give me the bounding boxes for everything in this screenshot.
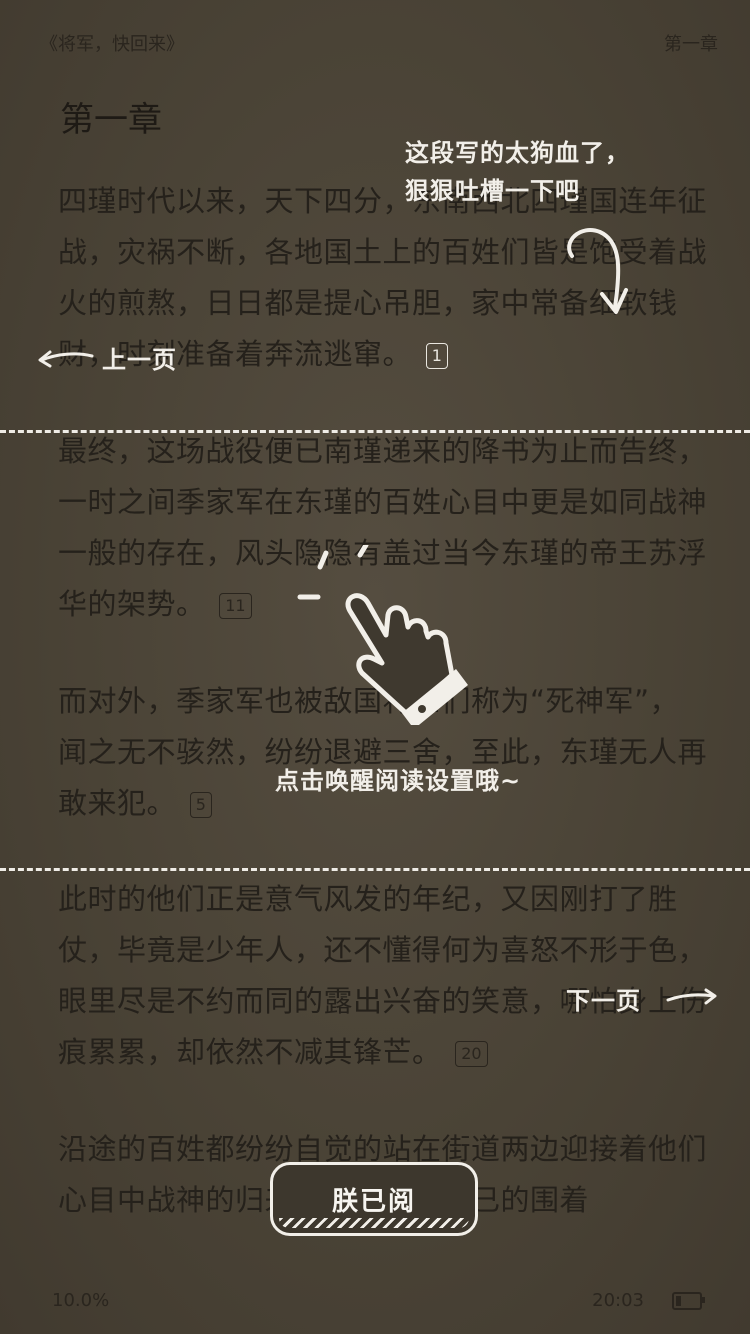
comment-hint-line: 这段写的太狗血了，: [405, 139, 630, 167]
prev-page-hint: 上一页: [102, 346, 177, 374]
comment-hint-line: 狠狠吐槽一下吧: [405, 177, 580, 205]
tap-hand-icon: [297, 545, 468, 725]
left-arrow-icon: [38, 350, 94, 368]
curved-arrow-icon: [567, 228, 628, 314]
upper-divider: [0, 430, 750, 433]
settings-hint: 点击唤醒阅读设置哦~: [275, 767, 522, 795]
next-page-tap-zone[interactable]: [0, 872, 750, 1334]
lower-divider: [0, 868, 750, 871]
button-stripes: [279, 1218, 469, 1228]
next-page-hint: 下一页: [566, 987, 641, 1015]
comment-hint: 这段写的太狗血了， 狠狠吐槽一下吧: [405, 134, 630, 210]
acknowledge-label: 朕已阅: [331, 1186, 416, 1217]
right-arrow-icon: [666, 988, 717, 1005]
acknowledge-button[interactable]: 朕已阅: [270, 1162, 478, 1236]
